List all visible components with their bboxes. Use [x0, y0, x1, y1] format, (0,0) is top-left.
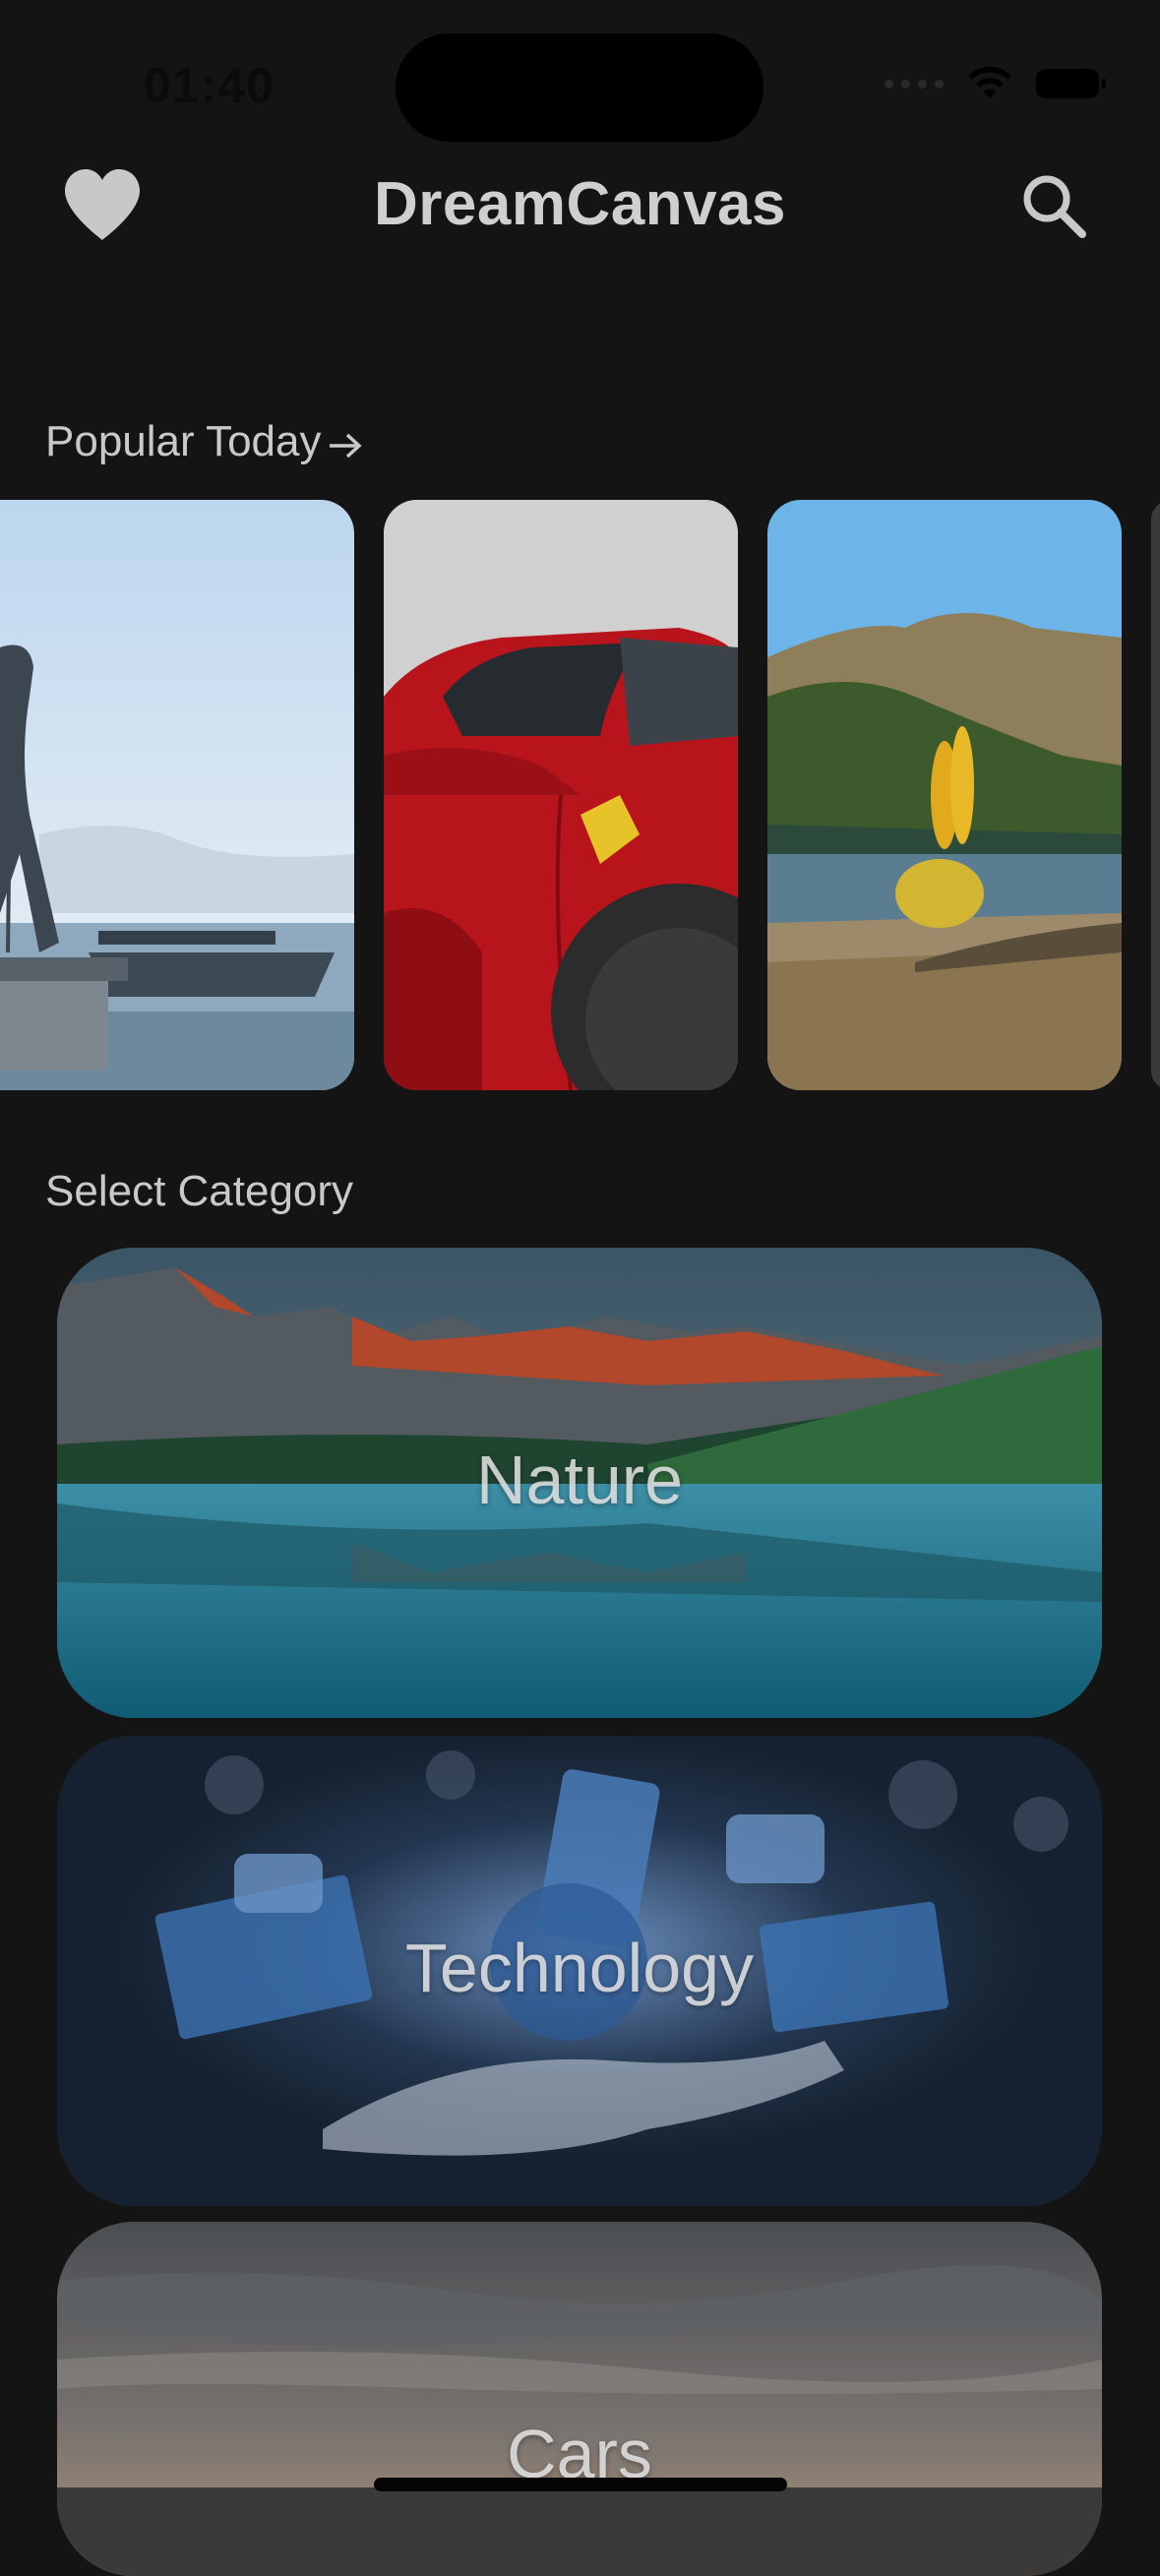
popular-today-label: Popular Today	[45, 417, 322, 465]
popular-today-link[interactable]: Popular Today	[45, 417, 363, 466]
category-cars[interactable]: Cars	[57, 2222, 1102, 2576]
category-label-technology: Technology	[404, 1930, 755, 2006]
wallpaper-card-car[interactable]	[384, 500, 738, 1090]
wifi-icon	[968, 66, 1011, 98]
select-category-title: Select Category	[45, 1167, 354, 1215]
lake-tree-image	[767, 500, 1122, 1090]
arrow-right-icon	[329, 433, 362, 459]
home-indicator[interactable]	[374, 2478, 787, 2491]
red-car-image	[384, 500, 738, 1090]
search-icon[interactable]	[1019, 171, 1088, 240]
category-nature[interactable]: Nature	[57, 1248, 1102, 1718]
statue-lake-image	[0, 500, 354, 1090]
app-title: DreamCanvas	[373, 170, 787, 238]
battery-icon	[1036, 69, 1106, 98]
dynamic-island	[396, 33, 763, 142]
status-icons	[885, 65, 1106, 102]
wallpaper-card-lake[interactable]	[767, 500, 1122, 1090]
wallpaper-card-partial[interactable]	[1151, 500, 1160, 1090]
signal-icon	[885, 79, 944, 89]
cars-image	[57, 2222, 1102, 2576]
category-label-nature: Nature	[475, 1441, 684, 1518]
category-technology[interactable]: Technology	[57, 1736, 1102, 2206]
popular-carousel[interactable]	[0, 500, 1160, 1090]
status-time: 01:40	[144, 58, 275, 113]
wallpaper-card-statue[interactable]	[0, 500, 354, 1090]
